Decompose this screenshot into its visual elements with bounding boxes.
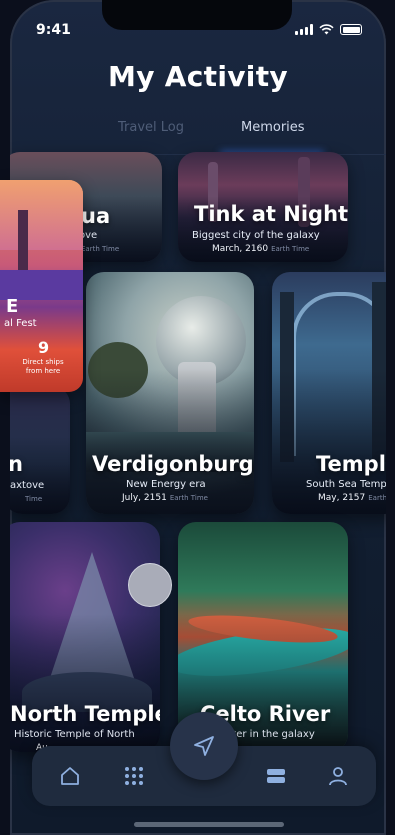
page-title: My Activity: [108, 60, 288, 93]
card-subtitle: South Sea Temp: [306, 479, 386, 490]
card-subtitle: New Energy era: [126, 479, 206, 490]
memory-card-naxtove[interactable]: n axtove Time: [10, 386, 70, 514]
card-title: Tink at Night: [194, 202, 348, 226]
grid-icon: [125, 767, 143, 785]
card-title: n: [10, 452, 23, 476]
card-subtitle: axtove: [10, 480, 45, 491]
nav-home[interactable]: [56, 762, 84, 790]
floating-fest-card[interactable]: E al Fest 9 Direct ships from here: [0, 180, 83, 392]
memory-card-verdigonburg[interactable]: Verdigonburg New Energy era July, 2151 Ea…: [86, 272, 254, 514]
card-date: May, 2157Earth Tim: [318, 493, 386, 503]
card-title: Verdigonburg: [92, 452, 254, 476]
floating-card-number: 9: [38, 338, 50, 357]
floating-card-caption: Direct ships from here: [22, 358, 64, 375]
card-date: Earth Time: [81, 245, 120, 253]
home-indicator: [134, 822, 284, 827]
send-button[interactable]: [170, 712, 238, 780]
wifi-icon: [319, 24, 334, 35]
card-date: March, 2160 Earth Time: [212, 244, 310, 254]
nav-stack[interactable]: [262, 762, 290, 790]
card-title: North Temple: [10, 702, 160, 726]
card-date: July, 2151 Earth Time: [122, 493, 208, 503]
floating-card-subtitle: al Fest: [4, 318, 37, 329]
phone-frame: 9:41 My Activity Travel Log Memories qua…: [10, 0, 386, 835]
status-time: 9:41: [36, 22, 71, 38]
card-subtitle: Biggest city of the galaxy: [192, 230, 320, 241]
tab-bar: Travel Log Memories: [10, 120, 386, 155]
nav-grid[interactable]: [120, 762, 148, 790]
nav-profile[interactable]: [324, 762, 352, 790]
card-date: Time: [25, 495, 43, 503]
battery-icon: [340, 24, 362, 35]
memory-card-north-temple[interactable]: North Temple Historic Temple of North Au: [10, 522, 160, 752]
status-icons: [295, 24, 362, 35]
stack-icon: [267, 769, 285, 783]
memory-card-tink-at-night[interactable]: Tink at Night Biggest city of the galaxy…: [178, 152, 348, 262]
tab-memories[interactable]: Memories: [241, 120, 305, 135]
floating-card-title: E: [6, 296, 19, 317]
touch-indicator: [128, 563, 172, 607]
status-bar: 9:41: [34, 22, 362, 40]
tab-travel-log[interactable]: Travel Log: [118, 120, 184, 135]
home-icon: [61, 767, 79, 785]
user-icon: [329, 767, 347, 786]
signal-icon: [295, 24, 313, 35]
memory-card-temple[interactable]: Temple South Sea Temp May, 2157Earth Tim: [272, 272, 386, 514]
card-title: Temple: [316, 452, 386, 476]
send-icon: [194, 736, 214, 756]
card-subtitle: Historic Temple of North: [14, 729, 135, 740]
